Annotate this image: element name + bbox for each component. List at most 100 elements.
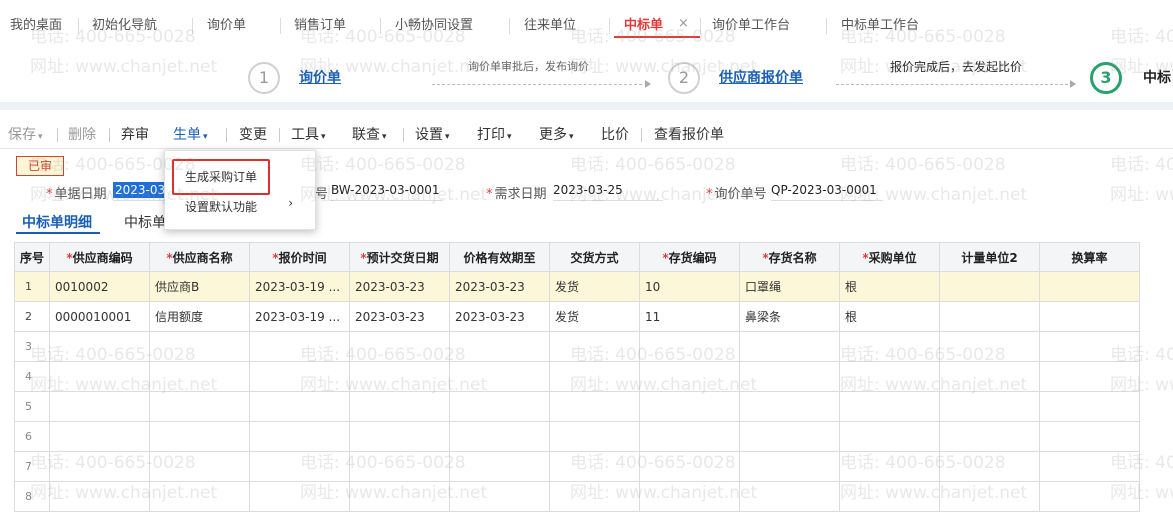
table-cell[interactable] [639,391,741,422]
column-header[interactable]: *供应商名称 [149,242,251,272]
table-cell[interactable] [1039,301,1141,332]
table-cell[interactable]: 2023-03-19 ... [249,271,351,302]
table-cell[interactable] [149,331,251,362]
table-cell[interactable] [839,421,941,452]
compare-button[interactable]: 比价 [601,124,629,144]
table-cell[interactable] [639,331,741,362]
table-cell[interactable] [1039,421,1141,452]
column-header[interactable]: 序号 [13,242,51,272]
table-cell[interactable] [49,481,151,512]
table-cell[interactable] [449,361,551,392]
table-cell[interactable] [739,331,841,362]
tab-partners[interactable]: 往来单位 [524,16,576,36]
column-header[interactable]: *报价时间 [249,242,351,272]
table-cell[interactable] [939,271,1041,302]
column-header[interactable]: 计量单位2 [939,242,1041,272]
query-button[interactable]: 联查 ▾ [352,124,387,144]
table-cell[interactable] [49,391,151,422]
table-cell[interactable] [349,481,451,512]
table-cell[interactable]: 根 [839,301,941,332]
table-cell[interactable] [549,331,641,362]
generate-button[interactable]: 生单 ▾ [173,124,208,144]
table-cell[interactable]: 2023-03-23 [349,271,451,302]
step-2-link[interactable]: 供应商报价单 [719,67,803,87]
table-cell[interactable] [249,361,351,392]
table-cell[interactable] [1039,481,1141,512]
settings-button[interactable]: 设置 ▾ [415,124,450,144]
table-cell[interactable] [349,451,451,482]
table-row[interactable]: 1 0010002 供应商B 2023-03-19 ... 2023-03-23 2023… [13,271,1141,302]
table-cell[interactable] [349,421,451,452]
table-row[interactable]: 2 0000010001 信用额度 2023-03-19 ... 2023-03-23 2… [13,301,1141,332]
table-cell[interactable] [939,391,1041,422]
table-cell[interactable] [1039,451,1141,482]
table-cell[interactable] [449,331,551,362]
table-cell[interactable] [449,451,551,482]
table-cell[interactable] [939,361,1041,392]
table-cell[interactable]: 信用额度 [149,301,251,332]
tab-inquiry-workbench[interactable]: 询价单工作台 [712,16,790,36]
step-1-link[interactable]: 询价单 [299,67,341,87]
tab-award-other[interactable]: 中标单 [124,212,166,232]
tab-collab-settings[interactable]: 小畅协同设置 [395,16,473,36]
more-button[interactable]: 更多 ▾ [539,124,574,144]
table-cell[interactable]: 2023-03-23 [349,301,451,332]
tools-button[interactable]: 工具 ▾ [291,124,326,144]
column-header[interactable]: 交货方式 [549,242,641,272]
unaudit-button[interactable]: 弃审 [121,124,149,144]
table-cell[interactable] [639,451,741,482]
table-cell[interactable] [739,391,841,422]
delete-button[interactable]: 删除 [68,124,96,144]
table-row[interactable]: 3 [13,331,1141,362]
table-row[interactable]: 8 [13,481,1141,512]
table-cell[interactable] [639,421,741,452]
table-cell[interactable] [49,421,151,452]
table-row[interactable]: 4 [13,361,1141,392]
table-cell[interactable]: 根 [839,271,941,302]
table-cell[interactable] [939,421,1041,452]
tab-init-nav[interactable]: 初始化导航 [92,16,157,36]
table-cell[interactable] [349,361,451,392]
table-cell[interactable] [839,451,941,482]
table-cell[interactable] [549,451,641,482]
table-cell[interactable]: 0000010001 [49,301,151,332]
table-cell[interactable] [739,421,841,452]
table-cell[interactable] [839,481,941,512]
table-cell[interactable] [349,331,451,362]
table-cell[interactable]: 口罩绳 [739,271,841,302]
table-cell[interactable] [149,421,251,452]
doc-no-field[interactable]: BW-2023-03-0001 [331,180,443,201]
table-cell[interactable] [839,391,941,422]
tab-my-desktop[interactable]: 我的桌面 [10,16,62,36]
column-header[interactable]: *存货名称 [739,242,841,272]
table-cell[interactable]: 0010002 [49,271,151,302]
inquiry-no-field[interactable]: QP-2023-03-0001 [771,180,883,201]
table-cell[interactable] [1039,271,1141,302]
table-row[interactable]: 5 [13,391,1141,422]
column-header[interactable]: *供应商编码 [49,242,151,272]
table-cell[interactable] [939,451,1041,482]
table-cell[interactable] [939,301,1041,332]
table-cell[interactable] [49,361,151,392]
column-header[interactable]: 换算率 [1039,242,1141,272]
table-cell[interactable]: 鼻梁条 [739,301,841,332]
table-row[interactable]: 6 [13,421,1141,452]
table-cell[interactable] [639,481,741,512]
doc-date-field[interactable]: 2023-03- [113,180,165,201]
table-cell[interactable] [549,481,641,512]
table-cell[interactable] [839,361,941,392]
table-cell[interactable] [449,481,551,512]
req-date-field[interactable]: 2023-03-25 [553,180,663,201]
table-cell[interactable] [1039,331,1141,362]
menu-item-generate-po[interactable]: 生成采购订单 [185,168,257,185]
tab-award-workbench[interactable]: 中标单工作台 [841,16,919,36]
column-header[interactable]: 价格有效期至 [449,242,551,272]
table-cell[interactable] [149,481,251,512]
table-cell[interactable] [349,391,451,422]
close-icon[interactable]: × [678,16,689,31]
table-cell[interactable] [49,451,151,482]
table-cell[interactable] [249,391,351,422]
table-cell[interactable] [549,391,641,422]
table-cell[interactable]: 发货 [549,301,641,332]
table-cell[interactable]: 2023-03-23 [449,271,551,302]
